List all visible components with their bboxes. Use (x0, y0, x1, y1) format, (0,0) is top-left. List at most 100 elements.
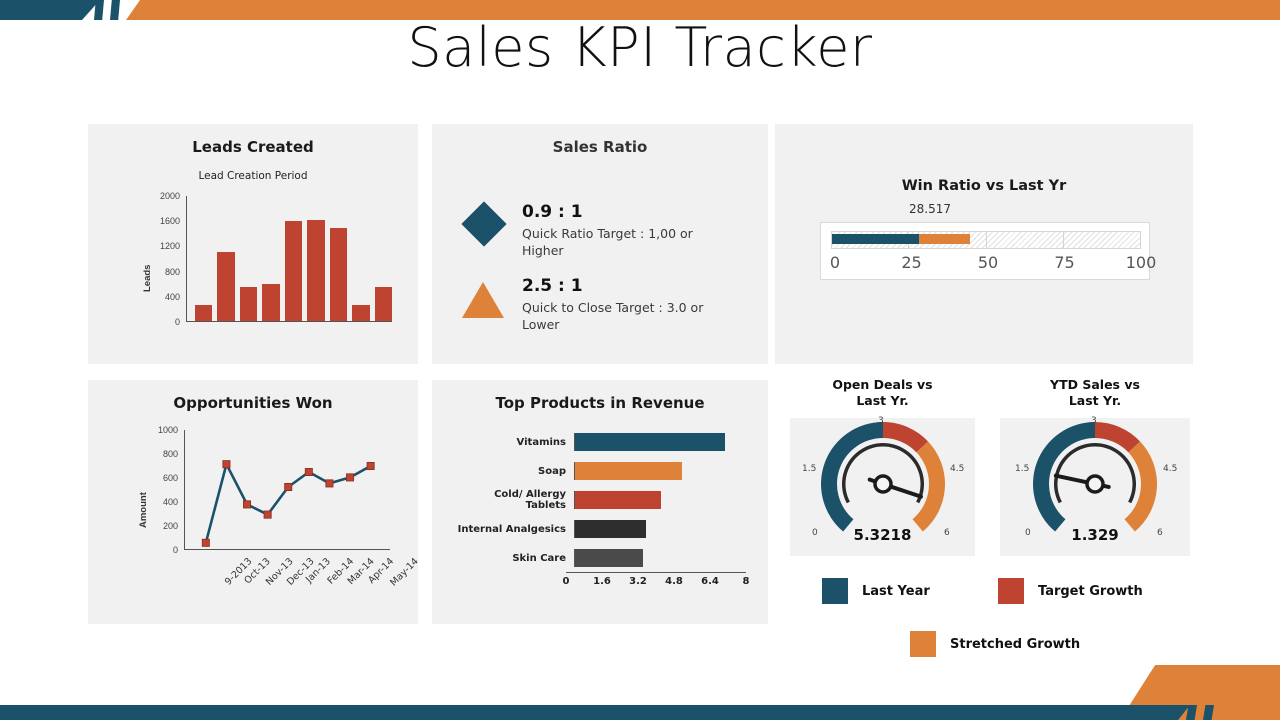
leads-bar (352, 305, 370, 321)
win-ratio-axis-tick: 100 (1125, 253, 1157, 272)
quick-ratio-description: Quick Ratio Target : 1,00 or Higher (522, 226, 693, 258)
gauge-band (820, 422, 883, 532)
panel-win-ratio: Win Ratio vs Last Yr 28.517 0 25 50 75 100 (775, 124, 1193, 364)
top-products-category-label: Vitamins (516, 436, 566, 448)
gauge-tick-label: 3 (878, 416, 884, 426)
win-ratio-bullet-card: 0 25 50 75 100 (820, 222, 1156, 280)
gauge-title-line: Last Yr. (1068, 393, 1122, 409)
top-products-bar (575, 520, 646, 538)
legend-swatch-stretched-growth (910, 631, 936, 657)
leads-y-tick: 800 (164, 266, 180, 277)
panel-gauge-open-deals: 5.3218 0 1.5 3 4.5 6 (790, 416, 975, 556)
panel-top-products: Top Products in Revenue Vitamins Soap Cold… (432, 380, 768, 624)
top-products-bar (575, 462, 682, 480)
top-products-category-label: Soap (538, 465, 566, 477)
panel-sales-ratio: Sales Ratio 0.9 : 1 Quick Ratio Target :… (432, 124, 768, 364)
page-title: Sales KPI Tracker (407, 16, 873, 79)
leads-bar (239, 286, 258, 321)
leads-y-tick: 400 (164, 291, 180, 302)
top-products-category-label: Internal Analgesics (457, 523, 566, 535)
win-ratio-bar-stretched (919, 234, 970, 244)
opportunities-line-svg (201, 460, 375, 547)
opportunities-chart-plot: Amount 0 200 400 600 800 1000 9-2013 Oct-13 Nov… (138, 425, 420, 589)
panel-title-win-ratio: Win Ratio vs Last Yr (901, 178, 1067, 194)
panel-leads-created: Leads Created Lead Creation Period Leads… (88, 124, 418, 364)
panel-title-opportunities-won: Opportunities Won (173, 394, 333, 412)
win-ratio-track-segment (987, 232, 1064, 248)
leads-chart-plot: Leads 0 400 800 1200 1600 2000 (142, 188, 398, 348)
top-products-bar (575, 549, 644, 567)
quick-to-close-description: Quick to Close Target : 3.0 or Lower (522, 300, 704, 332)
top-products-row: Skin Care (456, 546, 746, 570)
win-ratio-track-segment (1064, 232, 1140, 248)
win-ratio-axis-labels: 0 25 50 75 100 (829, 253, 1156, 275)
legend-item-target-growth: Target Growth (998, 578, 1143, 604)
leads-chart-subtitle: Lead Creation Period (198, 170, 308, 182)
leads-bar (374, 286, 392, 321)
gauge-tick-label: 1.5 (1015, 464, 1030, 474)
leads-y-tick: 0 (174, 317, 180, 327)
sales-ratio-row-quick-to-close: 2.5 : 1 Quick to Close Target : 3.0 or L… (460, 276, 737, 334)
opportunities-y-axis-label: Amount (138, 492, 149, 528)
top-products-bar-wrap (574, 491, 746, 509)
gauge-hub (872, 474, 893, 494)
gauge-inner-ring (1054, 443, 1136, 504)
opportunities-y-tick: 800 (162, 449, 178, 459)
gauge-tick-label: 1.5 (802, 464, 817, 474)
leads-y-tick: 1600 (159, 216, 180, 227)
top-products-row: Soap (456, 459, 746, 483)
leads-bar (217, 252, 235, 321)
top-products-bar-wrap (574, 520, 746, 538)
top-products-axis-tick: 3.2 (629, 576, 647, 587)
gauge-hub (1085, 474, 1105, 494)
legend-item-last-year: Last Year (822, 578, 930, 604)
top-products-row: Vitamins (456, 430, 746, 454)
leads-bar (307, 220, 325, 321)
leads-bars-area (186, 196, 392, 322)
gauge-title-ytd-sales: YTD Sales vs Last Yr. (1000, 377, 1190, 410)
gauge-band (1124, 441, 1157, 532)
opportunities-y-tick: 200 (162, 521, 178, 531)
top-products-row: Cold/ Allergy Tablets (456, 488, 746, 512)
gauge-band (912, 441, 945, 532)
gauge-tick-label: 3 (1091, 416, 1097, 426)
top-products-row: Internal Analgesics (456, 517, 746, 541)
legend-label-stretched-growth: Stretched Growth (950, 636, 1081, 652)
gauge-title-open-deals: Open Deals vs Last Yr. (790, 377, 975, 410)
win-ratio-value-label: 28.517 (909, 202, 951, 216)
top-products-axis-tick: 0 (562, 576, 570, 587)
legend-label-last-year: Last Year (862, 583, 930, 599)
top-products-chart-plot: Vitamins Soap Cold/ Allergy Tablets Interna… (456, 430, 749, 595)
diamond-icon (461, 201, 507, 247)
legend-swatch-target-growth (998, 578, 1024, 604)
top-products-axis-tick: 8 (742, 576, 750, 587)
legend-label-target-growth: Target Growth (1038, 583, 1143, 599)
gauge-tick-label: 6 (944, 528, 950, 538)
leads-y-axis-label: Leads (142, 264, 153, 292)
panel-opportunities-won: Opportunities Won Amount 0 200 400 600 800 10… (88, 380, 420, 624)
leads-bar (195, 305, 213, 321)
gauge-title-line: Last Yr. (856, 393, 909, 409)
legend-item-stretched-growth: Stretched Growth (910, 631, 1080, 657)
gauge-tick-label: 0 (812, 528, 818, 538)
opportunities-line-area (184, 430, 390, 550)
gauge-title-line: YTD Sales vs (1050, 377, 1140, 392)
top-products-axis-labels: 0 1.6 3.2 4.8 6.4 8 (562, 572, 749, 589)
leads-bar (284, 221, 303, 321)
top-products-bar-wrap (574, 462, 746, 480)
top-products-axis-tick: 4.8 (665, 576, 683, 587)
top-products-category-label: Skin Care (512, 552, 566, 564)
leads-y-tick: 2000 (159, 191, 180, 201)
triangle-icon (462, 282, 504, 318)
top-products-axis-tick: 1.6 (593, 576, 611, 587)
gauge-tick-label: 4.5 (950, 464, 965, 474)
win-ratio-axis-tick: 0 (829, 253, 841, 272)
sales-ratio-row-quick-ratio: 0.9 : 1 Quick Ratio Target : 1,00 or Hig… (460, 201, 737, 260)
win-ratio-axis-tick: 75 (1054, 253, 1075, 272)
leads-bar (262, 283, 280, 321)
panel-title-top-products: Top Products in Revenue (495, 394, 705, 412)
top-products-bar-wrap (574, 433, 746, 451)
opportunities-y-tick: 0 (172, 545, 178, 555)
top-products-bar (575, 433, 725, 451)
top-products-bar-wrap (574, 549, 746, 567)
